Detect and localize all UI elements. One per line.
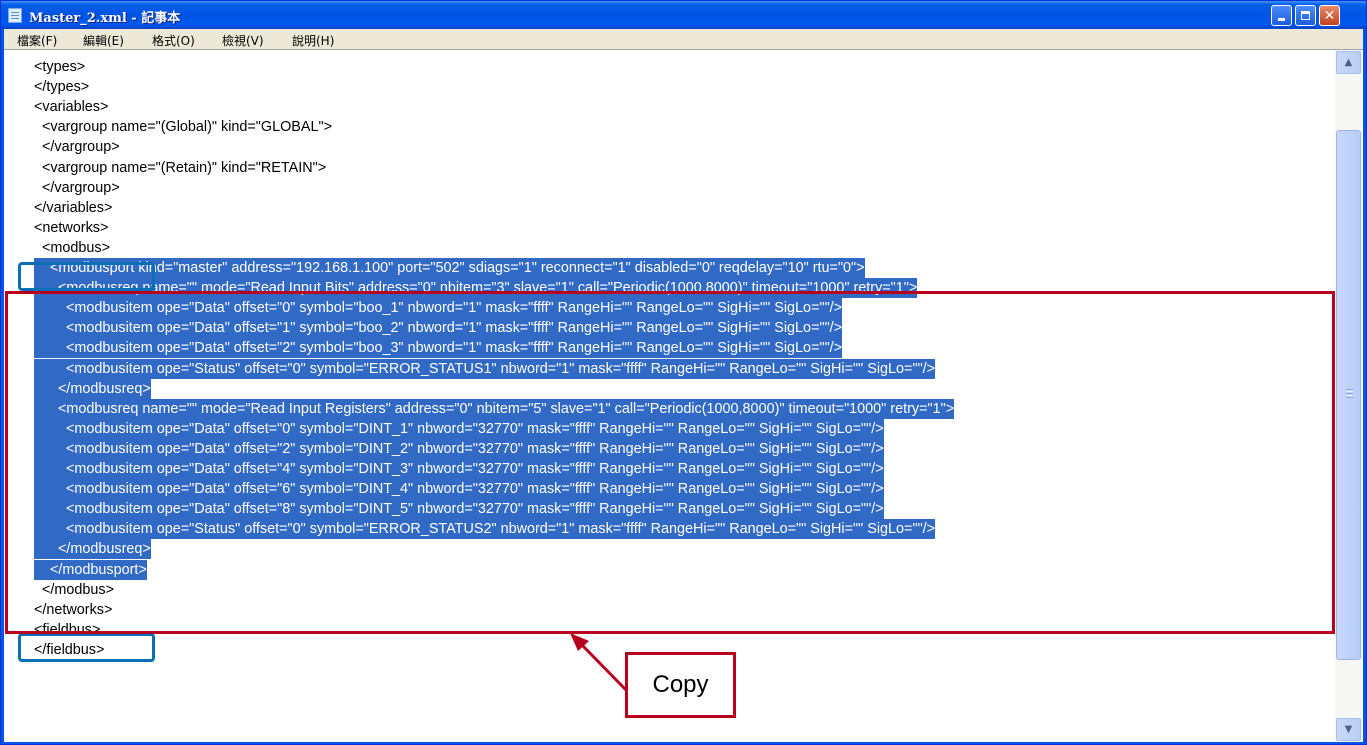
arrow-shaft [580,643,630,694]
copy-callout: Copy [625,652,736,718]
arrow-icon [570,633,630,694]
